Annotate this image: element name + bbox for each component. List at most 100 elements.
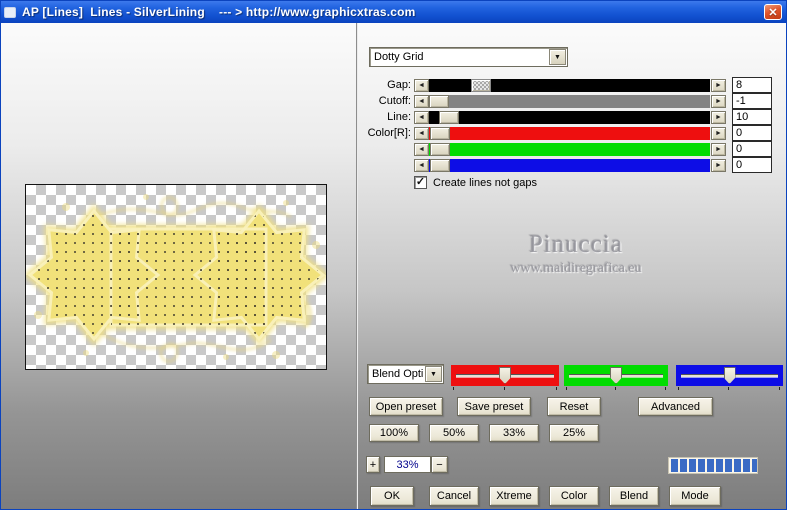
preset-dropdown[interactable]: Dotty Grid ▼ — [369, 47, 568, 67]
zoom-level-display[interactable]: 33% — [384, 456, 431, 473]
preview-artwork — [26, 194, 326, 363]
watermark-url: www.maidiregrafica.eu — [510, 261, 642, 276]
slider-row-line: Line: ◄ ► — [1, 111, 786, 124]
check-icon: ✓ — [415, 176, 426, 188]
slider-thumb[interactable] — [430, 143, 450, 156]
slider-value-gap[interactable]: 8 — [732, 77, 772, 93]
reset-button[interactable]: Reset — [547, 397, 601, 416]
ok-button[interactable]: OK — [370, 486, 414, 506]
preset-dropdown-value: Dotty Grid — [374, 51, 424, 63]
color-button[interactable]: Color — [549, 486, 599, 506]
progress-segment — [743, 459, 750, 472]
create-lines-checkbox-row: ✓ Create lines not gaps — [414, 176, 537, 189]
save-preset-button[interactable]: Save preset — [457, 397, 531, 416]
tick-mark — [615, 387, 616, 390]
slider-label: Gap: — [387, 79, 411, 91]
slider-label: Color[R]: — [367, 127, 411, 139]
blend-slider-red[interactable] — [451, 365, 559, 386]
blend-slider-blue[interactable] — [676, 365, 783, 386]
right-arrow-icon: ► — [715, 82, 722, 89]
zoom-33-button[interactable]: 33% — [489, 424, 539, 442]
slider-track[interactable] — [429, 127, 710, 140]
progress-segment — [716, 459, 723, 472]
blend-options-arrow-button[interactable]: ▼ — [425, 366, 442, 382]
right-arrow-icon: ► — [715, 114, 722, 121]
slider-thumb[interactable] — [471, 79, 491, 92]
xtreme-button[interactable]: Xtreme — [489, 486, 539, 506]
blend-button[interactable]: Blend — [609, 486, 659, 506]
window-title: AP [Lines] Lines - SilverLining --- > ht… — [22, 5, 416, 19]
slider-track[interactable] — [429, 95, 710, 108]
blend-slider-thumb[interactable] — [723, 367, 736, 384]
slider-right-arrow-button[interactable]: ► — [711, 79, 726, 92]
left-arrow-icon: ◄ — [418, 82, 425, 89]
blend-slider-thumb[interactable] — [610, 367, 622, 384]
tick-mark — [665, 387, 666, 390]
zoom-plus-button[interactable]: + — [366, 456, 380, 473]
slider-value-color-b[interactable]: 0 — [732, 157, 772, 173]
tick-mark — [504, 387, 505, 390]
progress-segment — [725, 459, 732, 472]
slider-label — [353, 143, 411, 156]
create-lines-checkbox[interactable]: ✓ — [414, 176, 427, 189]
slider-thumb[interactable] — [439, 111, 459, 124]
chevron-down-icon: ▼ — [430, 370, 437, 378]
blend-slider-thumb[interactable] — [499, 367, 511, 384]
slider-left-arrow-button[interactable]: ◄ — [414, 111, 429, 124]
left-arrow-icon: ◄ — [418, 98, 425, 105]
slider-value-color-g[interactable]: 0 — [732, 141, 772, 157]
slider-thumb[interactable] — [430, 159, 450, 172]
mode-button[interactable]: Mode — [669, 486, 721, 506]
slider-track[interactable] — [429, 111, 710, 124]
tick-mark — [556, 387, 557, 390]
advanced-button[interactable]: Advanced — [638, 397, 713, 416]
zoom-100-button[interactable]: 100% — [369, 424, 419, 442]
plugin-window: AP [Lines] Lines - SilverLining --- > ht… — [0, 0, 787, 510]
blend-slider-green[interactable] — [564, 365, 668, 386]
open-preset-button[interactable]: Open preset — [369, 397, 443, 416]
blend-options-dropdown[interactable]: Blend Opti ▼ — [367, 364, 444, 384]
progress-segment — [698, 459, 705, 472]
zoom-minus-button[interactable]: − — [431, 456, 448, 473]
slider-track[interactable] — [429, 79, 710, 92]
slider-left-arrow-button[interactable]: ◄ — [414, 127, 429, 140]
slider-left-arrow-button[interactable]: ◄ — [414, 95, 429, 108]
slider-right-arrow-button[interactable]: ► — [711, 111, 726, 124]
slider-left-arrow-button[interactable]: ◄ — [414, 159, 429, 172]
slider-track[interactable] — [429, 143, 710, 156]
slider-track[interactable] — [429, 159, 710, 172]
preset-dropdown-arrow-button[interactable]: ▼ — [549, 49, 566, 65]
title-bar[interactable]: AP [Lines] Lines - SilverLining --- > ht… — [1, 1, 786, 23]
blend-options-value: Blend Opti — [372, 368, 424, 380]
slider-right-arrow-button[interactable]: ► — [711, 143, 726, 156]
slider-value-cutoff[interactable]: -1 — [732, 93, 772, 109]
tick-mark — [678, 387, 679, 390]
slider-value-line[interactable]: 10 — [732, 109, 772, 125]
slider-left-arrow-button[interactable]: ◄ — [414, 143, 429, 156]
image-preview[interactable] — [25, 184, 327, 370]
progress-segment — [680, 459, 687, 472]
slider-thumb[interactable] — [430, 127, 450, 140]
slider-thumb[interactable] — [429, 95, 449, 108]
left-arrow-icon: ◄ — [418, 130, 425, 137]
close-button[interactable]: ✕ — [764, 4, 782, 20]
slider-right-arrow-button[interactable]: ► — [711, 95, 726, 108]
slider-right-arrow-button[interactable]: ► — [711, 159, 726, 172]
create-lines-checkbox-label: Create lines not gaps — [433, 176, 537, 189]
watermark: Pinuccia www.maidiregrafica.eu — [381, 231, 771, 277]
left-arrow-icon: ◄ — [418, 114, 425, 121]
left-arrow-icon: ◄ — [418, 162, 425, 169]
slider-left-arrow-button[interactable]: ◄ — [414, 79, 429, 92]
slider-label: Line: — [387, 111, 411, 123]
right-arrow-icon: ► — [715, 162, 722, 169]
cancel-button[interactable]: Cancel — [429, 486, 479, 506]
slider-row-color-b: ◄ ► — [1, 159, 786, 172]
zoom-50-button[interactable]: 50% — [429, 424, 479, 442]
zoom-25-button[interactable]: 25% — [549, 424, 599, 442]
client-area: Dotty Grid ▼ Gap: ◄ ► 8 Cutoff: ◄ ► -1 L… — [1, 23, 786, 509]
slider-value-color-r[interactable]: 0 — [732, 125, 772, 141]
left-arrow-icon: ◄ — [418, 146, 425, 153]
app-icon — [4, 6, 16, 18]
progress-segment — [734, 459, 741, 472]
slider-right-arrow-button[interactable]: ► — [711, 127, 726, 140]
